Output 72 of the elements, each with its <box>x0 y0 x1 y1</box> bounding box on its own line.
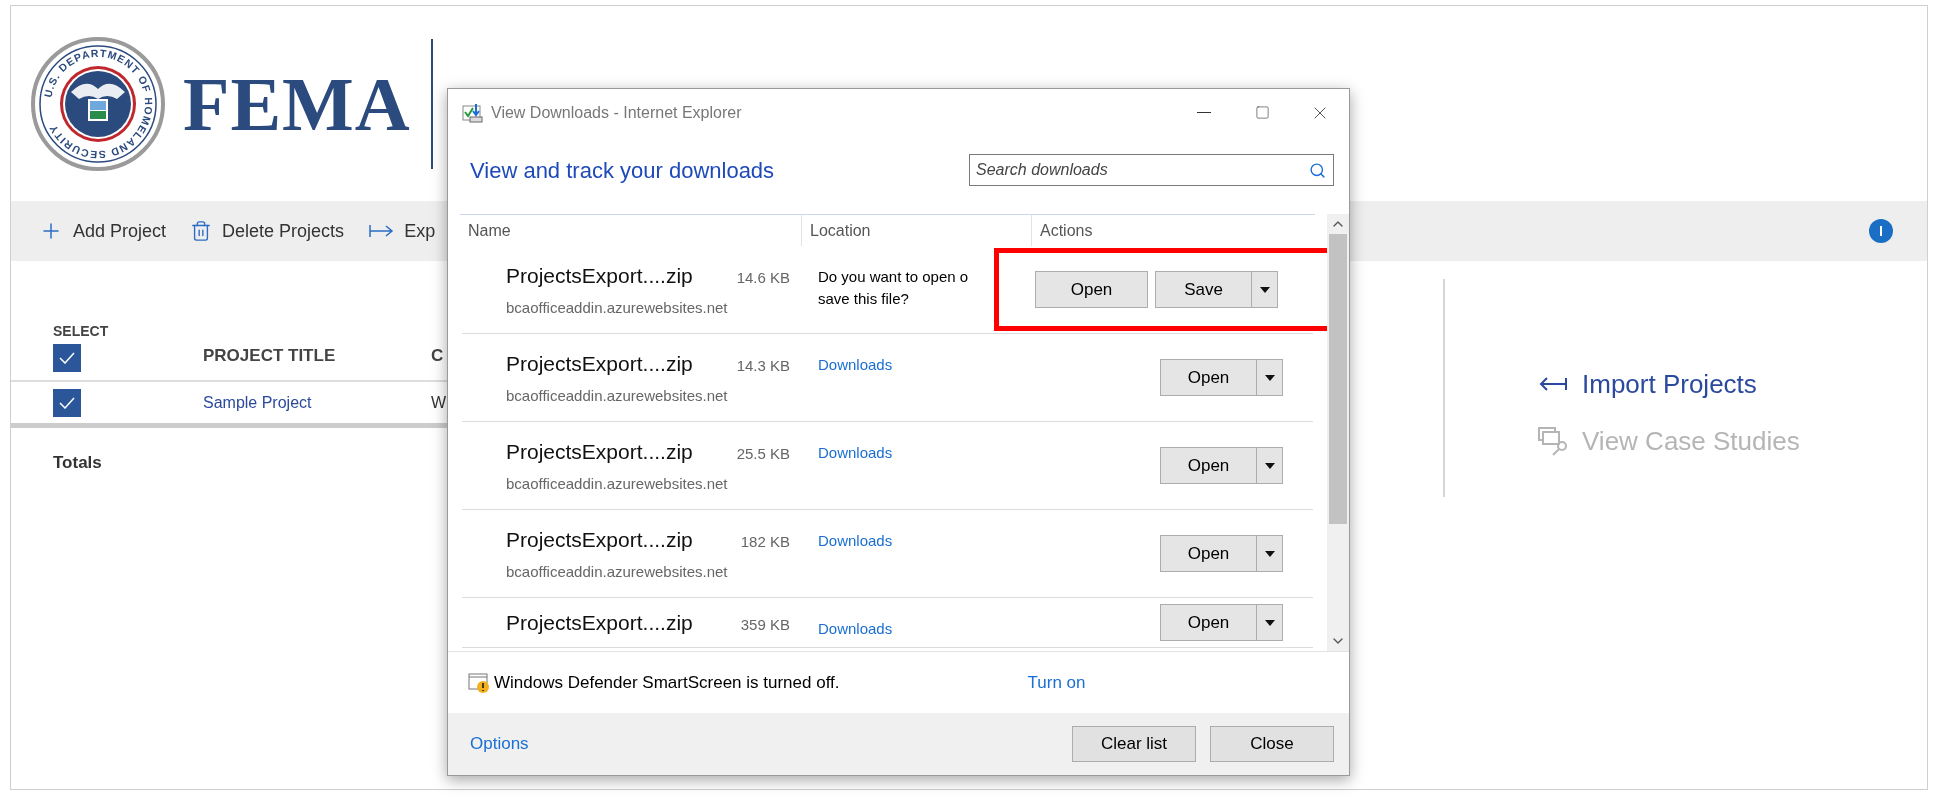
windows-magnifier-icon <box>1538 426 1568 457</box>
totals-label: Totals <box>53 453 102 472</box>
location-link[interactable]: Downloads <box>818 354 990 377</box>
source-url: bcaofficeaddin.azurewebsites.net <box>506 474 729 494</box>
checkmark-icon <box>59 352 75 364</box>
action-button[interactable]: Open <box>1160 535 1257 572</box>
file-size: 14.6 KB <box>735 267 790 288</box>
dropdown-button[interactable] <box>1257 359 1283 396</box>
toolbar-button[interactable]: Exp <box>368 217 436 245</box>
checkmark-icon <box>59 396 75 409</box>
dropdown-button[interactable] <box>1257 604 1283 641</box>
column-header: PROJECT TITLE <box>203 344 337 367</box>
search-icon <box>1309 162 1326 179</box>
file-name: ProjectsExport....zip <box>506 609 694 636</box>
action-button[interactable]: Open <box>1035 271 1148 308</box>
caret-icon <box>1264 550 1275 557</box>
dropdown-button[interactable] <box>1257 535 1283 572</box>
footer-button[interactable]: Close <box>1210 726 1334 762</box>
caret-icon <box>1264 462 1275 469</box>
column-header: Name <box>468 220 511 241</box>
logo-text: FEMA <box>183 60 411 148</box>
column-header: C <box>431 344 444 367</box>
action-button[interactable]: Open <box>1160 359 1257 396</box>
file-size: 25.5 KB <box>735 443 790 464</box>
side-action-link[interactable]: Import Projects <box>1538 365 1800 404</box>
checkbox[interactable] <box>53 388 81 417</box>
action-button[interactable]: Open <box>1160 447 1257 484</box>
footer-button[interactable]: Clear list <box>1072 726 1196 762</box>
trash-icon <box>190 220 213 242</box>
source-url: bcaofficeaddin.azurewebsites.net <box>506 386 729 406</box>
project-link[interactable]: Sample Project <box>203 390 431 415</box>
location-link[interactable]: Downloads <box>818 442 990 465</box>
location-link[interactable]: Downloads <box>818 618 990 641</box>
window-title: View Downloads - Internet Explorer <box>491 102 742 123</box>
notice-text: Windows Defender SmartScreen is turned off. <box>494 671 840 694</box>
prompt-text: Do you want to open o <box>818 267 970 287</box>
maximize-icon <box>1254 105 1270 120</box>
action-button[interactable]: Save <box>1155 271 1252 308</box>
options-link[interactable]: Options <box>470 731 529 757</box>
checkbox[interactable] <box>53 344 81 372</box>
scrollbar[interactable] <box>1327 214 1349 651</box>
source-url: bcaofficeaddin.azurewebsites.net <box>506 298 729 318</box>
column-header: Actions <box>1040 220 1093 241</box>
column-header: Location <box>810 220 871 241</box>
action-button[interactable]: Open <box>1160 604 1257 641</box>
toolbar-button[interactable]: Delete Projects <box>190 217 345 245</box>
prompt-text: save this file? <box>818 289 910 309</box>
source-url: bcaofficeaddin.azurewebsites.net <box>506 562 729 582</box>
arrow-right-icon <box>368 223 395 239</box>
caret-icon <box>1264 374 1275 381</box>
file-name: ProjectsExport....zip <box>506 438 694 465</box>
caret-icon <box>1264 619 1275 626</box>
dropdown-button[interactable] <box>1257 447 1283 484</box>
file-size: 359 KB <box>739 614 790 635</box>
turn-on-link[interactable]: Turn on <box>1027 669 1086 696</box>
search-field[interactable]: Search downloads <box>969 154 1334 186</box>
toolbar-button[interactable]: Add Project <box>39 217 167 245</box>
info-icon[interactable] <box>1869 219 1893 243</box>
minimize-icon <box>1197 112 1211 113</box>
dialog-heading: View and track your downloads <box>470 156 775 185</box>
file-name: ProjectsExport....zip <box>506 526 694 553</box>
dropdown-button[interactable] <box>1252 271 1278 308</box>
file-size: 14.3 KB <box>735 355 790 376</box>
file-size: 182 KB <box>739 531 790 552</box>
table-cell-text: W <box>431 392 447 413</box>
location-link[interactable]: Downloads <box>818 530 990 553</box>
shield-warning-icon <box>468 671 490 694</box>
file-name: ProjectsExport....zip <box>506 262 694 289</box>
download-check-icon <box>461 101 483 124</box>
caret-icon <box>1259 286 1270 293</box>
file-name: ProjectsExport....zip <box>506 350 694 377</box>
column-header: SELECT <box>53 322 110 341</box>
